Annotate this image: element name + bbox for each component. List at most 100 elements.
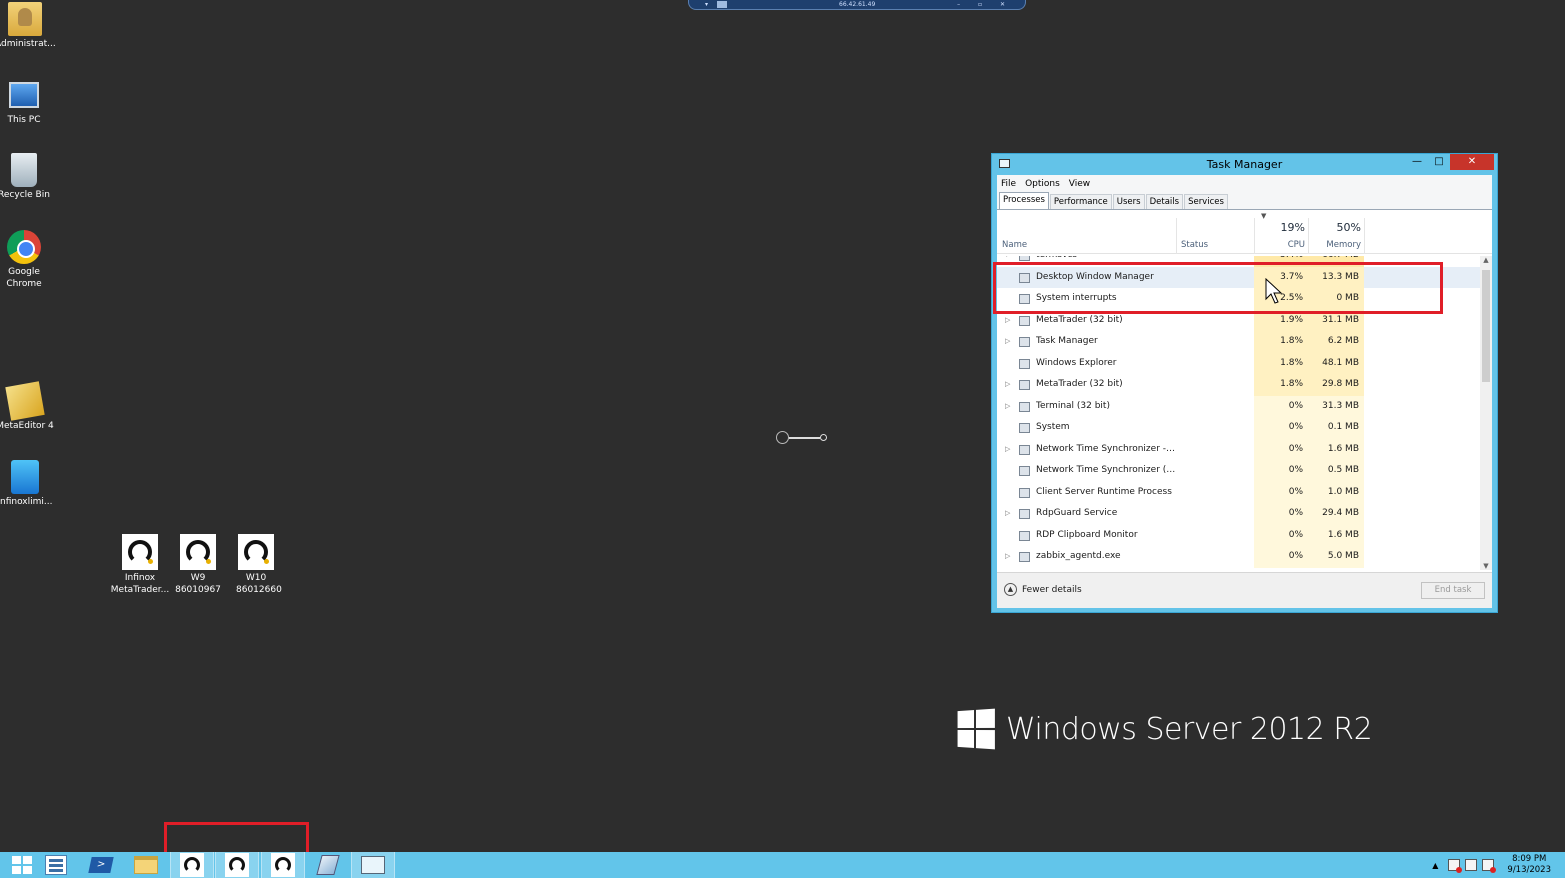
process-icon — [1019, 552, 1030, 562]
taskbar-clock[interactable]: 8:09 PM 9/13/2023 — [1507, 854, 1551, 876]
process-name: System — [1036, 422, 1070, 432]
folder-icon — [134, 856, 158, 874]
windows-server-text: Windows Server 2012 R2 — [1006, 711, 1373, 747]
process-row[interactable]: ▷ Network Time Synchronizer - N... 0% 1.6 M… — [997, 438, 1480, 461]
tab-services[interactable]: Services — [1184, 194, 1228, 209]
process-name: Client Server Runtime Process — [1036, 486, 1172, 497]
expand-chevron-icon[interactable]: ▷ — [1005, 546, 1010, 568]
cpu-total-percent[interactable]: 19% — [1259, 221, 1305, 234]
tab-users[interactable]: Users — [1112, 194, 1145, 209]
network-icon[interactable] — [1448, 859, 1463, 873]
column-header-name[interactable]: Name — [1002, 240, 1027, 250]
process-list-scrollbar[interactable]: ▲ ▼ — [1480, 256, 1492, 570]
desktop-icon-metaeditor[interactable]: MetaEditor 4 — [0, 381, 55, 432]
process-row[interactable]: ▷ Terminal (32 bit) 0% 31.3 MB — [997, 395, 1480, 418]
scroll-up-icon[interactable]: ▲ — [1480, 256, 1492, 264]
menu-view[interactable]: View — [1069, 179, 1090, 189]
process-cpu: 0% — [1254, 546, 1308, 568]
process-memory: 48.1 MB — [1308, 352, 1364, 374]
metatrader-icon — [225, 853, 249, 877]
process-memory: 0.5 MB — [1308, 460, 1364, 482]
system-tray: ▲ 8:09 PM 9/13/2023 — [1432, 852, 1565, 878]
menu-bar: File Options View — [997, 175, 1492, 193]
rdp-window-controls[interactable]: – ▫ ✕ — [957, 0, 1013, 9]
action-center-icon[interactable] — [1465, 859, 1478, 871]
process-memory: 1.0 MB — [1308, 481, 1364, 503]
menu-file[interactable]: File — [1001, 179, 1016, 189]
mouse-cursor-icon — [1265, 278, 1283, 304]
process-memory: 5.0 MB — [1308, 546, 1364, 568]
taskbar-powershell[interactable]: > — [79, 852, 123, 878]
highlight-dwm-row — [993, 262, 1443, 314]
process-row[interactable]: ▷ MetaTrader (32 bit) 1.8% 29.8 MB — [997, 374, 1480, 396]
process-memory: 29.4 MB — [1308, 503, 1364, 525]
column-header-cpu[interactable]: CPU — [1259, 240, 1305, 250]
desktop-icon-label: Recycle Bin — [0, 190, 50, 200]
memory-total-percent[interactable]: 50% — [1311, 221, 1361, 234]
desktop-icon-infinox-installer[interactable]: infinoxlimi... — [0, 460, 55, 508]
chrome-icon — [7, 230, 41, 264]
column-header-status[interactable]: Status — [1181, 240, 1208, 250]
volume-icon[interactable] — [1482, 859, 1497, 873]
process-row[interactable]: ▷ zabbix_agentd.exe 0% 5.0 MB — [997, 546, 1480, 568]
pin-icon[interactable]: ▾ — [705, 0, 708, 9]
taskbar-server-manager[interactable] — [34, 852, 78, 878]
taskbar-metatrader-2[interactable] — [215, 852, 259, 878]
process-name: zabbix_agentd.exe — [1036, 551, 1121, 561]
rdp-connection-bar[interactable]: ▾ 66.42.61.49 – ▫ ✕ — [688, 0, 1026, 10]
taskbar-file-explorer[interactable] — [124, 852, 168, 878]
desktop-icon-label: This PC — [7, 115, 41, 125]
process-memory: 1.6 MB — [1308, 438, 1364, 460]
process-cpu: 1.8% — [1254, 374, 1308, 396]
task-manager-window[interactable]: Task Manager — □ ✕ File Options View Pro… — [991, 153, 1498, 613]
desktop-shortcut-infinox-metatrader[interactable]: Infinox MetaTrader... — [110, 534, 170, 596]
desktop-icon-recycle-bin[interactable]: Recycle Bin — [0, 153, 54, 201]
process-icon — [1019, 337, 1030, 347]
expand-chevron-icon[interactable]: ▷ — [1005, 374, 1010, 396]
taskbar-task-manager[interactable] — [351, 852, 395, 878]
process-icon — [1019, 401, 1030, 412]
chevron-up-icon: ▲ — [1004, 583, 1017, 596]
column-header-memory[interactable]: Memory — [1311, 240, 1361, 250]
minimize-button[interactable]: — — [1406, 154, 1428, 170]
desktop-icon-administrator[interactable]: Administrat... — [0, 2, 56, 50]
desktop-shortcut-w10[interactable]: W10 86012660 — [226, 534, 286, 596]
close-button[interactable]: ✕ — [1450, 154, 1494, 170]
expand-chevron-icon[interactable]: ▷ — [1005, 396, 1010, 418]
process-row[interactable]: ▷ Task Manager 1.8% 6.2 MB — [997, 331, 1480, 353]
server-manager-icon — [45, 855, 67, 875]
expand-chevron-icon[interactable]: ▷ — [1005, 439, 1010, 461]
tab-details[interactable]: Details — [1145, 194, 1184, 209]
menu-options[interactable]: Options — [1025, 179, 1060, 189]
desktop-shortcut-w9[interactable]: W9 86010967 — [168, 534, 228, 596]
process-row[interactable]: Client Server Runtime Process 0% 1.0 MB — [997, 481, 1480, 503]
show-hidden-icons-icon[interactable]: ▲ — [1432, 861, 1438, 870]
scrollbar-thumb[interactable] — [1482, 270, 1490, 382]
scroll-down-icon[interactable]: ▼ — [1480, 562, 1492, 570]
desktop-icon-google-chrome[interactable]: Google Chrome — [0, 230, 54, 290]
process-icon — [1019, 466, 1030, 476]
desktop-icon-label: W9 86010967 — [175, 573, 221, 595]
end-task-button[interactable]: End task — [1421, 582, 1485, 599]
taskbar-metaeditor[interactable] — [306, 852, 350, 878]
process-row[interactable]: RDP Clipboard Monitor 0% 1.6 MB — [997, 524, 1480, 546]
expand-chevron-icon[interactable]: ▷ — [1005, 331, 1010, 353]
process-row[interactable]: ▷ RdpGuard Service 0% 29.4 MB — [997, 503, 1480, 525]
process-row[interactable]: Network Time Synchronizer (32 ... 0% 0.5 M… — [997, 460, 1480, 482]
process-icon — [1019, 380, 1030, 390]
process-row[interactable]: System 0% 0.1 MB — [997, 417, 1480, 439]
process-cpu: 1.8% — [1254, 352, 1308, 374]
fewer-details-link[interactable]: ▲ Fewer details — [1004, 583, 1082, 596]
process-row[interactable]: Windows Explorer 1.8% 48.1 MB — [997, 352, 1480, 374]
taskbar-metatrader-3[interactable] — [261, 852, 305, 878]
expand-chevron-icon[interactable]: ▷ — [1005, 503, 1010, 525]
desktop-icon-this-pc[interactable]: This PC — [0, 82, 54, 126]
user-folder-icon — [8, 2, 42, 36]
process-icon — [1019, 256, 1030, 261]
tab-processes[interactable]: Processes — [999, 192, 1049, 209]
tab-performance[interactable]: Performance — [1049, 194, 1112, 209]
maximize-button[interactable]: □ — [1428, 154, 1450, 170]
taskbar-metatrader-1[interactable] — [170, 852, 214, 878]
process-icon — [1019, 315, 1030, 326]
process-memory: 1.6 MB — [1308, 524, 1364, 546]
